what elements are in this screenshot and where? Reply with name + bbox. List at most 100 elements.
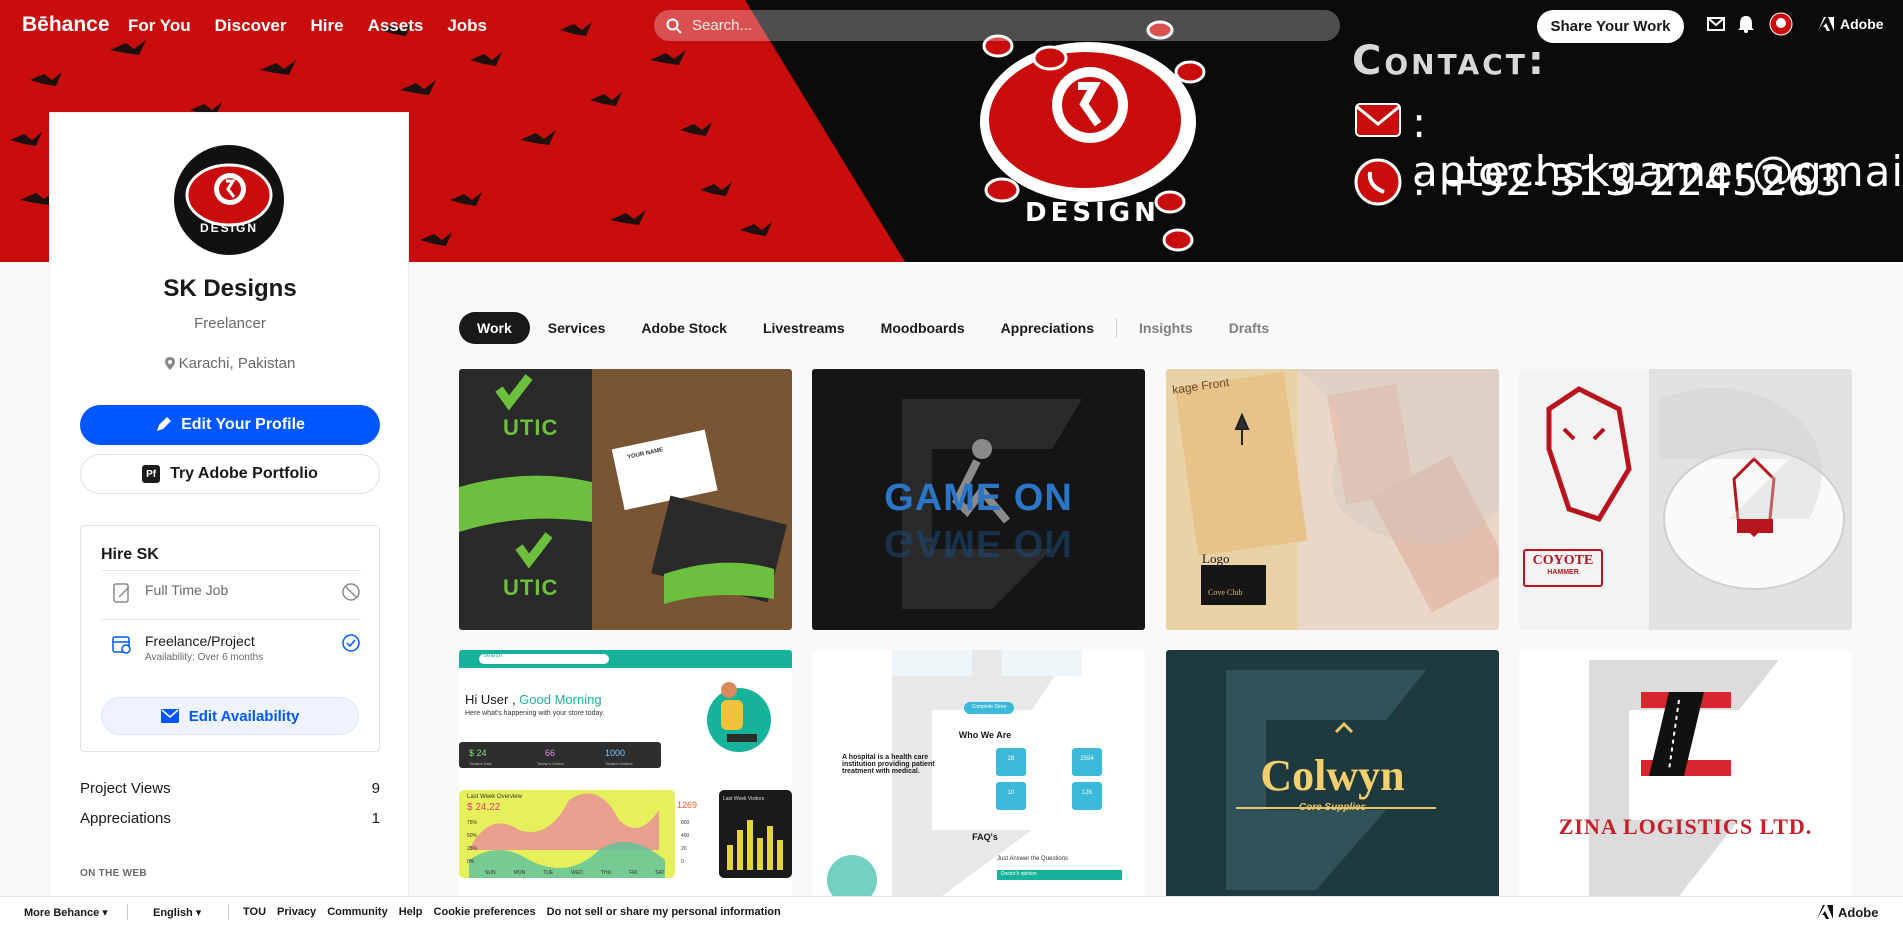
hire-section: Hire SK Full Time Job Freelance/Project …: [80, 525, 380, 752]
availability-text: Availability: Over 6 months: [145, 652, 264, 663]
divider: [101, 570, 361, 571]
footer-adobe-logo[interactable]: Adobe: [1817, 905, 1878, 920]
stat-visitors: 1000: [605, 748, 626, 758]
unavailable-icon: [342, 583, 360, 601]
tab-insights[interactable]: Insights: [1121, 312, 1211, 344]
divider: [127, 904, 128, 920]
ytick: 20: [681, 846, 687, 852]
tab-work[interactable]: Work: [459, 312, 530, 344]
footer-link-cookies[interactable]: Cookie preferences: [434, 906, 536, 918]
stat-orders: 66: [545, 748, 556, 758]
nav-for-you[interactable]: For You: [128, 16, 191, 36]
freelance-label: Freelance/Project: [145, 633, 255, 649]
greeting-accent: Good Morning: [519, 692, 602, 707]
edit-availability-button[interactable]: Edit Availability: [101, 697, 359, 735]
profile-avatar[interactable]: DESIGN: [174, 145, 284, 255]
hire-freelance-row[interactable]: Freelance/Project Availability: Over 6 m…: [101, 633, 361, 663]
user-avatar[interactable]: [1769, 12, 1793, 36]
project-card-hospital[interactable]: Complete Store Who We Are A hospital is …: [812, 650, 1145, 911]
divider: [228, 904, 229, 920]
ytick: 75%: [467, 820, 478, 826]
game-on-title: GAME ON: [884, 477, 1073, 519]
project-card-zina[interactable]: ZINA LOGISTICS LTD.: [1519, 650, 1852, 911]
hire-title: Hire SK: [101, 546, 159, 563]
project-card-cove-club[interactable]: kage Front Logo Cove Club: [1166, 369, 1499, 630]
nav-discover[interactable]: Discover: [215, 16, 287, 36]
mail-icon: [160, 709, 179, 723]
day-label: SAT: [655, 870, 665, 876]
overview-badge: 1269: [677, 800, 698, 810]
project-card-colwyn[interactable]: Colwyn Core Supplies: [1166, 650, 1499, 911]
hospital-count: 10: [1007, 790, 1015, 796]
try-adobe-portfolio-button[interactable]: Pf Try Adobe Portfolio: [80, 454, 380, 494]
tab-drafts[interactable]: Drafts: [1211, 312, 1287, 344]
project-card-dashboard[interactable]: Search Hi User , Good Morning Here what'…: [459, 650, 792, 911]
greeting-text: Hi User ,: [465, 692, 520, 707]
tab-services[interactable]: Services: [530, 312, 624, 344]
share-your-work-button[interactable]: Share Your Work: [1537, 10, 1684, 43]
avatar-text: DESIGN: [199, 221, 258, 235]
pencil-icon: [157, 417, 172, 431]
tab-divider: [1116, 318, 1118, 338]
game-on-reflection: GAME ON: [884, 522, 1073, 564]
location-text: Karachi, Pakistan: [178, 355, 296, 372]
language-dropdown[interactable]: English ▾: [153, 906, 201, 919]
footer-links: TOU Privacy Community Help Cookie prefer…: [243, 906, 781, 918]
ytick: 50%: [467, 833, 478, 839]
overview-value: $ 24,22: [467, 802, 501, 813]
more-behance-dropdown[interactable]: More Behance ▾: [24, 906, 108, 919]
ytick: 800: [681, 820, 690, 826]
nav-links: For You Discover Hire Assets Jobs: [128, 16, 487, 36]
day-label: FRI: [629, 870, 638, 876]
tab-appreciations[interactable]: Appreciations: [983, 312, 1112, 344]
try-portfolio-label: Try Adobe Portfolio: [170, 465, 318, 482]
nav-assets[interactable]: Assets: [368, 16, 424, 36]
portfolio-icon: Pf: [142, 465, 161, 483]
behance-logo[interactable]: Bēhance: [22, 13, 110, 37]
project-card-game-on[interactable]: GAME ON GAME ON: [812, 369, 1145, 630]
hospital-faq-sub: Just Answer the Questions: [997, 856, 1069, 862]
project-card-utic[interactable]: UTIC UTIC YOUR NAME: [459, 369, 792, 630]
behance-profile-page: Contact: : aptechskgamer@gmail.com : +92…: [0, 0, 1903, 927]
nav-hire[interactable]: Hire: [310, 16, 343, 36]
footer-link-do-not-sell[interactable]: Do not sell or share my personal informa…: [547, 906, 781, 918]
search-icon: [666, 18, 682, 34]
footer: More Behance ▾ English ▾ TOU Privacy Com…: [0, 896, 1903, 927]
appreciations-label: Appreciations: [80, 810, 171, 827]
nav-jobs[interactable]: Jobs: [447, 16, 487, 36]
project-card-coyote[interactable]: COYOTE HAMMER: [1519, 369, 1852, 630]
overview-yticks: 75% 50% 25% 0%: [467, 817, 477, 869]
project-thumbnail: [459, 650, 792, 896]
footer-link-help[interactable]: Help: [399, 906, 423, 918]
hospital-count: 128: [1081, 790, 1092, 796]
hospital-faq: FAQ's: [972, 832, 998, 842]
utic-title-2: UTIC: [503, 575, 559, 600]
footer-link-community[interactable]: Community: [327, 906, 388, 918]
adobe-menu[interactable]: Adobe: [1818, 16, 1884, 32]
bell-icon[interactable]: [1738, 15, 1754, 33]
hire-full-time-row[interactable]: Full Time Job: [101, 582, 361, 604]
footer-link-tou[interactable]: TOU: [243, 906, 266, 918]
stat-sale-label: Today's Sale: [469, 761, 492, 766]
calendar-icon: [112, 636, 131, 654]
edit-profile-button[interactable]: Edit Your Profile: [80, 405, 380, 445]
tab-adobe-stock[interactable]: Adobe Stock: [623, 312, 745, 344]
profile-location: Karachi, Pakistan: [50, 355, 410, 372]
zina-title: ZINA LOGISTICS LTD.: [1558, 814, 1813, 839]
tab-moodboards[interactable]: Moodboards: [863, 312, 983, 344]
full-time-label: Full Time Job: [145, 582, 229, 598]
hospital-count: 2554: [1080, 756, 1094, 762]
ytick: 0: [681, 859, 684, 865]
utic-title: UTIC: [503, 415, 559, 440]
ytick: 400: [681, 833, 690, 839]
footer-link-privacy[interactable]: Privacy: [277, 906, 316, 918]
visitors-title: Last Week Visitors: [723, 796, 765, 802]
adobe-icon: [1818, 17, 1834, 31]
search-bar[interactable]: [654, 10, 1340, 41]
search-input[interactable]: [692, 17, 1292, 34]
project-thumbnail: [1519, 369, 1852, 630]
cove-club-title: Cove Club: [1208, 588, 1243, 597]
mail-icon[interactable]: [1707, 17, 1725, 31]
dashboard-greeting: Hi User , Good Morning: [465, 692, 602, 707]
tab-livestreams[interactable]: Livestreams: [745, 312, 863, 344]
